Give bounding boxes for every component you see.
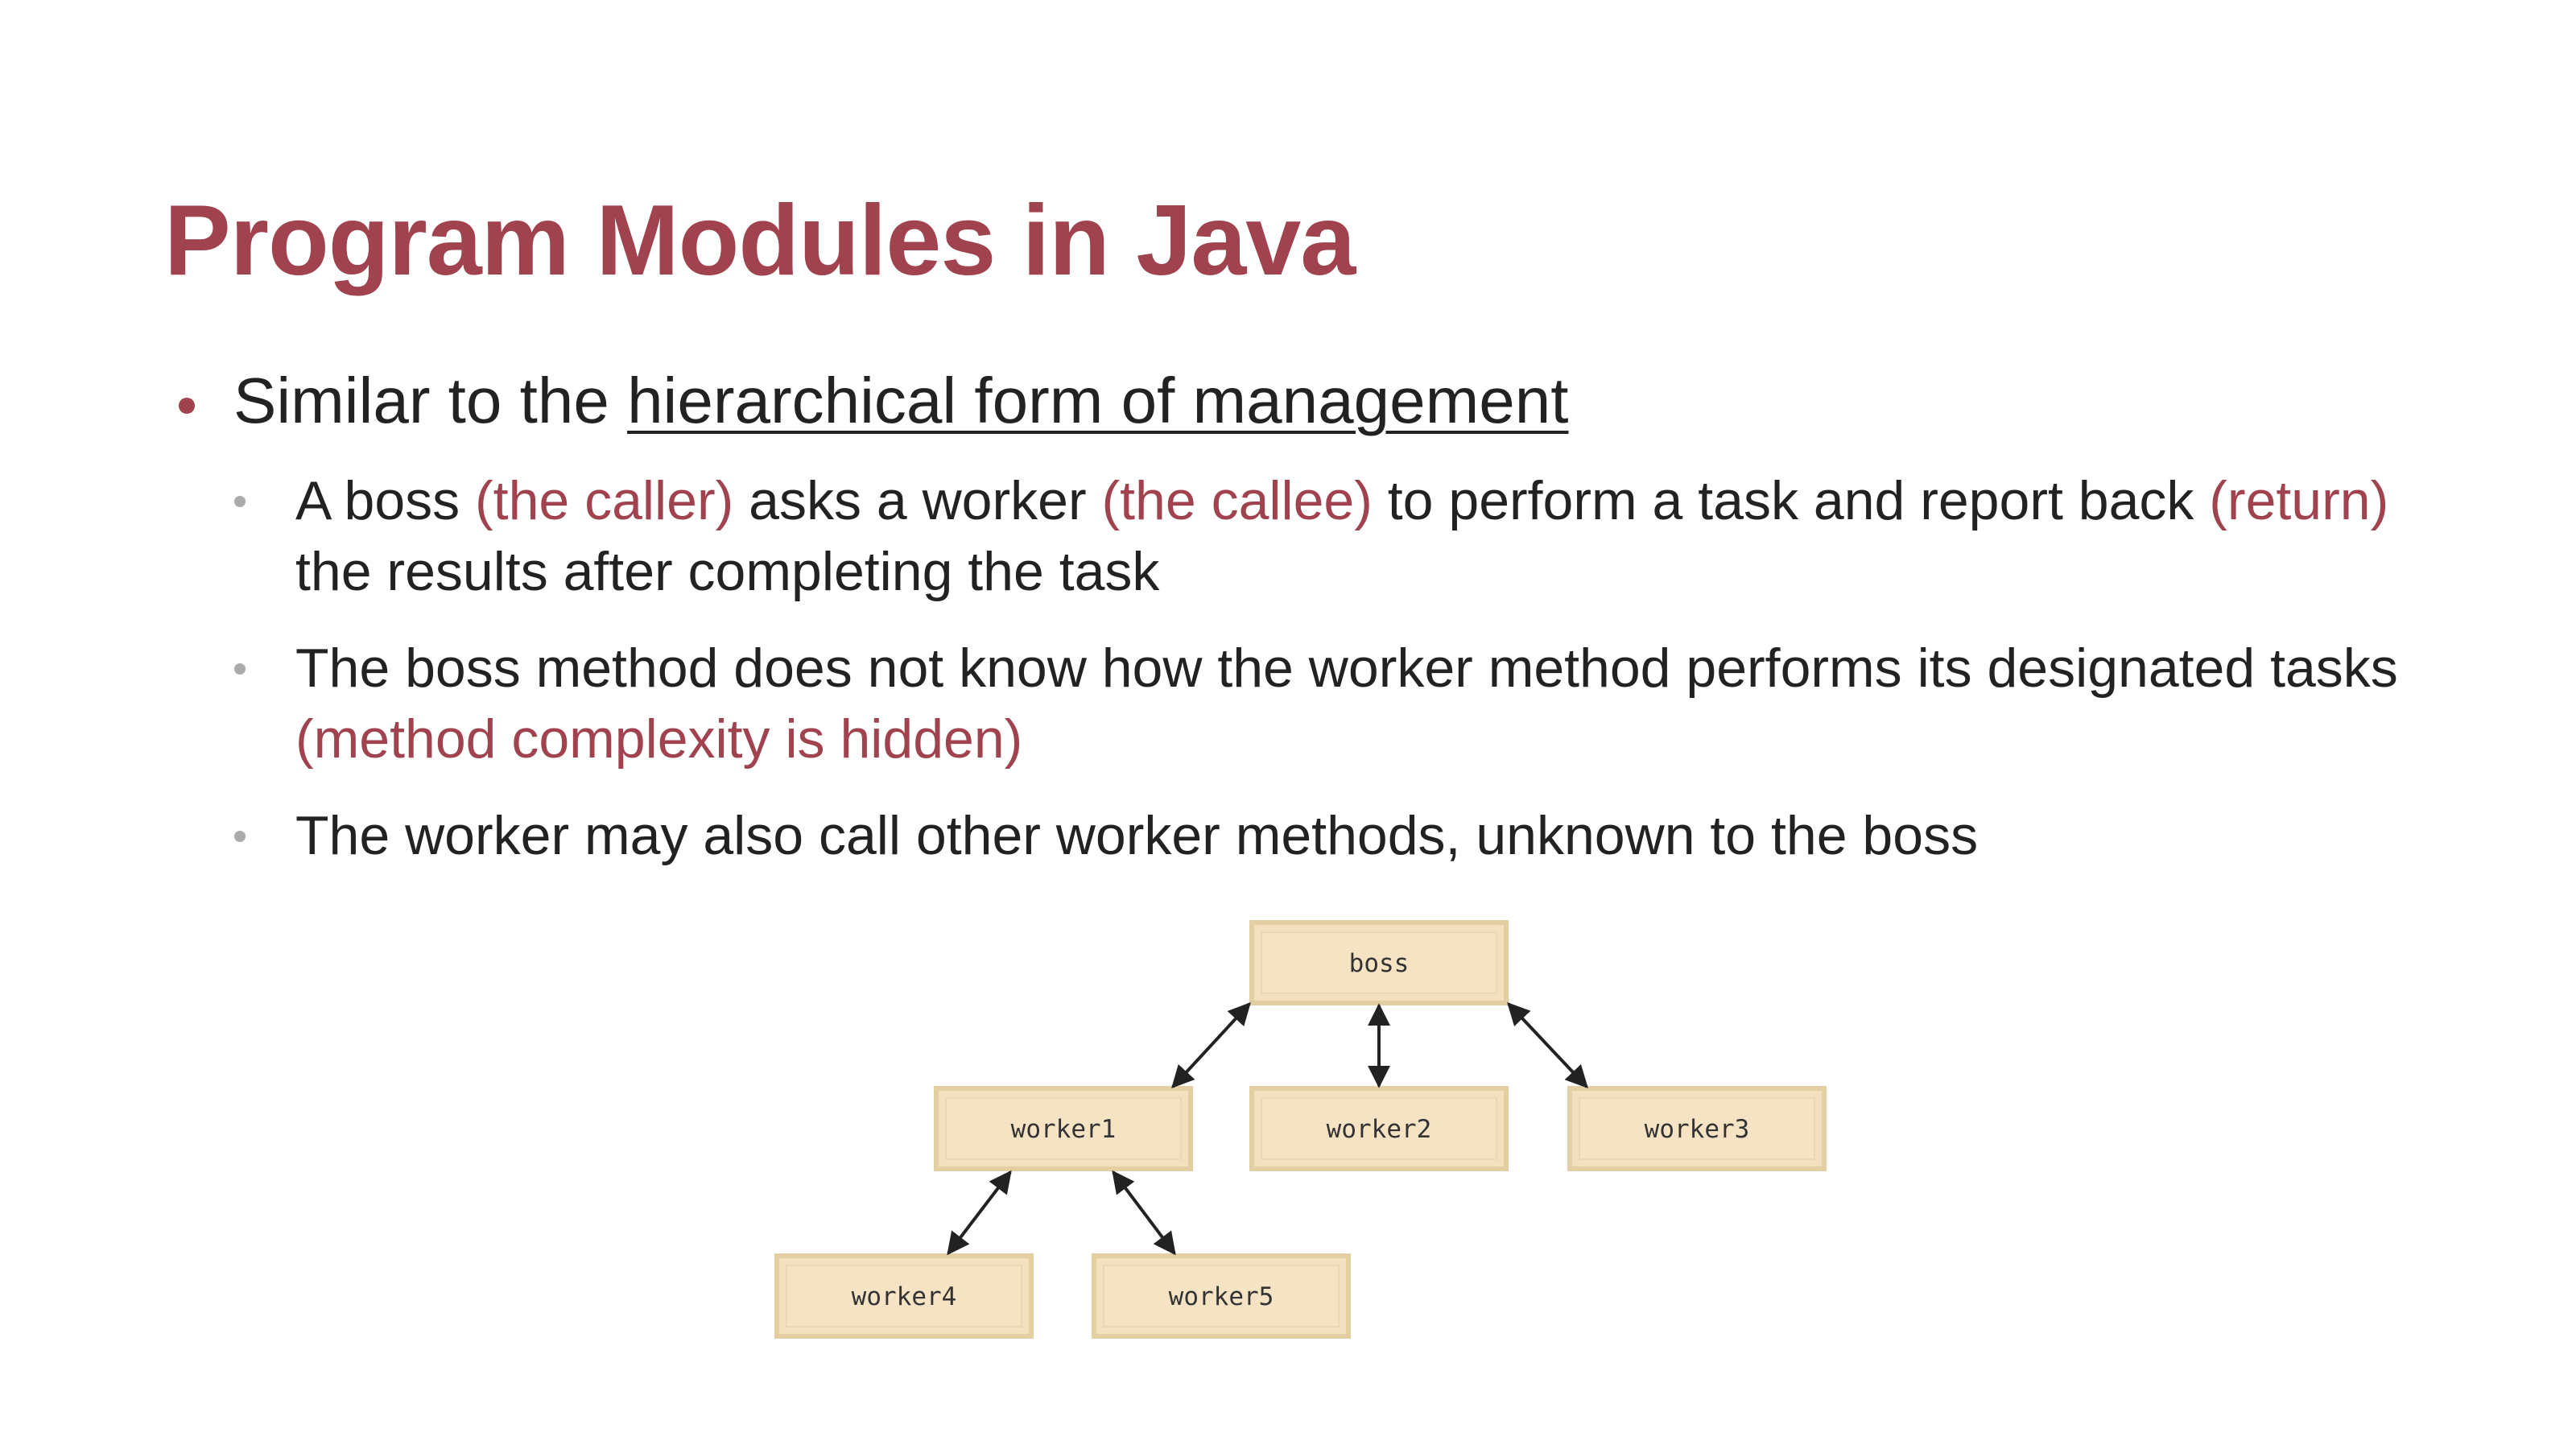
box-worker5-label: worker5 bbox=[1169, 1282, 1274, 1311]
box-worker3: worker3 bbox=[1567, 1086, 1827, 1171]
slide: Program Modules in Java Similar to the h… bbox=[0, 0, 2576, 1449]
arrow-worker1-worker4 bbox=[947, 1170, 1012, 1256]
hierarchy-diagram: boss worker1 worker2 worker3 worker4 wor… bbox=[774, 920, 1827, 1339]
box-worker5: worker5 bbox=[1092, 1253, 1351, 1339]
box-boss-label: boss bbox=[1349, 949, 1410, 978]
box-worker4-label: worker4 bbox=[852, 1282, 957, 1311]
box-worker3-label: worker3 bbox=[1645, 1115, 1750, 1144]
arrow-boss-worker3 bbox=[1507, 1001, 1588, 1089]
box-worker4: worker4 bbox=[774, 1253, 1034, 1339]
arrow-worker1-worker5 bbox=[1112, 1170, 1176, 1256]
box-worker1: worker1 bbox=[934, 1086, 1193, 1171]
box-worker1-label: worker1 bbox=[1011, 1115, 1117, 1144]
box-worker2-label: worker2 bbox=[1327, 1115, 1432, 1144]
box-boss: boss bbox=[1249, 920, 1509, 1005]
arrow-boss-worker1 bbox=[1171, 1001, 1251, 1089]
box-worker2: worker2 bbox=[1249, 1086, 1509, 1171]
